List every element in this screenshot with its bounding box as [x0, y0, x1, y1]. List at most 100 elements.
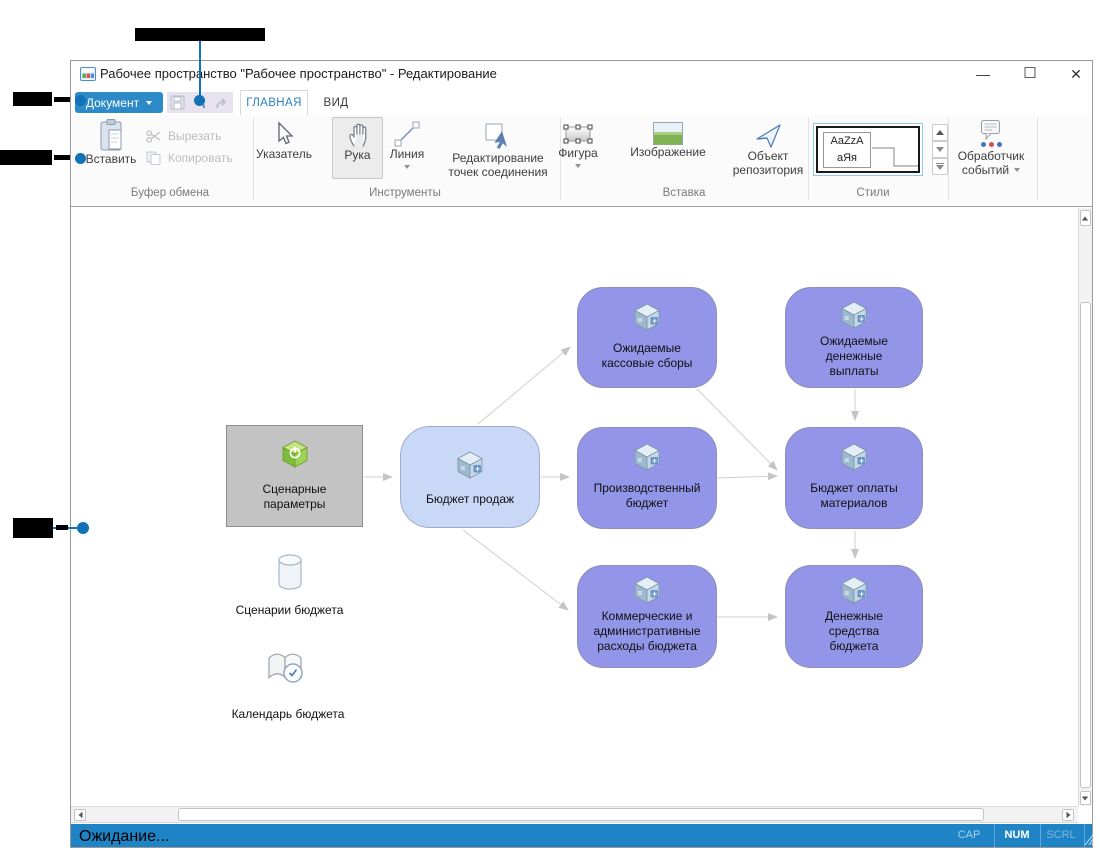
node-sales-budget[interactable]: = + Бюджет продаж	[400, 426, 540, 528]
style-gallery-selected: AaZzA аЯя	[816, 126, 920, 173]
edit-connection-points-button[interactable]: Редактирование точек соединения	[443, 121, 553, 179]
blue-cube-icon: = +	[841, 301, 867, 329]
save-icon[interactable]	[170, 95, 185, 110]
cylinder-icon[interactable]	[277, 553, 303, 593]
triangle-down-icon	[1081, 796, 1089, 800]
paste-button[interactable]: Вставить	[82, 119, 140, 166]
gallery-more-button[interactable]	[932, 158, 948, 175]
node-production-budget[interactable]: = + Производственный бюджет	[577, 427, 717, 529]
node-label: Бюджет оплаты материалов	[810, 481, 898, 510]
pointer-tool-button[interactable]: Указатель	[255, 121, 313, 161]
style-preview-line-2: аЯя	[836, 152, 858, 164]
redo-icon[interactable]	[214, 96, 230, 110]
image-button[interactable]: Изображение	[623, 122, 713, 159]
scroll-right-button[interactable]	[1062, 808, 1074, 821]
svg-text:+: +	[652, 316, 657, 325]
style-preview-line-1: AaZzA	[830, 135, 864, 147]
gallery-scroll-down-button[interactable]	[932, 141, 948, 158]
maximize-button[interactable]: ☐	[1015, 64, 1045, 84]
callout-dot	[75, 95, 86, 106]
node-label: Ожидаемые денежные выплаты	[820, 334, 888, 378]
group-label-clipboard: Буфер обмена	[130, 187, 210, 199]
callout-dash	[54, 155, 70, 160]
close-button[interactable]: ✕	[1061, 64, 1091, 84]
chevron-down-icon	[404, 165, 410, 169]
svg-text:=: =	[638, 316, 643, 325]
scroll-left-button[interactable]	[74, 808, 86, 821]
gallery-more-bar	[936, 163, 944, 164]
paste-label: Вставить	[85, 152, 137, 166]
node-commercial-admin-expenses[interactable]: = + Коммерческие и административные расх…	[577, 565, 717, 668]
svg-text:+: +	[859, 589, 864, 598]
statusbar-separator	[994, 824, 995, 847]
tab-view[interactable]: ВИД	[314, 90, 358, 115]
svg-text:=: =	[461, 464, 466, 473]
repository-object-button[interactable]: Объект репозитория	[728, 121, 808, 177]
group-separator	[253, 118, 254, 200]
triangle-down-icon	[936, 165, 944, 170]
screen: Рабочее пространство "Рабочее пространст…	[0, 0, 1100, 850]
paste-icon	[100, 119, 122, 151]
node-label: Бюджет продаж	[425, 492, 515, 506]
blue-cube-icon: = +	[634, 576, 660, 604]
hand-tool-button[interactable]: Рука	[332, 117, 383, 179]
paper-plane-icon	[756, 124, 781, 148]
style-gallery[interactable]: AaZzA аЯя	[813, 123, 923, 176]
group-label-styles: Стили	[856, 187, 890, 199]
status-message: Ожидание...	[79, 828, 170, 845]
node-expected-cash-receipts[interactable]: = + Ожидаемые кассовые сборы	[577, 287, 717, 388]
blue-cube-icon: = +	[841, 576, 867, 604]
callout-dot	[194, 95, 205, 106]
svg-text:=: =	[638, 456, 643, 465]
node-label: Сценарные параметры	[262, 482, 327, 511]
node-expected-cash-payments[interactable]: = + Ожидаемые денежные выплаты	[785, 287, 923, 388]
group-label-tools: Инструменты	[369, 187, 441, 199]
callout-dash	[54, 97, 70, 102]
node-materials-payment-budget[interactable]: = + Бюджет оплаты материалов	[785, 427, 923, 529]
blue-cube-icon: = +	[457, 451, 483, 479]
gallery-scroll-up-button[interactable]	[932, 124, 948, 141]
scissors-icon	[146, 129, 161, 143]
tab-home-label: ГЛАВНАЯ	[246, 97, 302, 109]
line-icon	[394, 121, 420, 147]
triangle-right-icon	[1066, 811, 1070, 818]
node-budget-cash[interactable]: = + Денежные средства бюджета	[785, 565, 923, 668]
edit-connection-points-icon	[485, 123, 507, 149]
callout-box-canvas	[13, 518, 53, 538]
event-handler-label-2-text: событий	[961, 163, 1010, 177]
copy-button[interactable]: Копировать	[146, 151, 233, 165]
vertical-scroll-thumb[interactable]	[1079, 302, 1091, 788]
callout-box-document	[13, 92, 52, 106]
scroll-down-button[interactable]	[1079, 791, 1091, 805]
chevron-down-icon	[575, 164, 581, 168]
minimize-button[interactable]: —	[968, 64, 998, 84]
node-label: Коммерческие и административные расходы …	[593, 609, 701, 653]
scroll-up-button[interactable]	[1079, 210, 1091, 226]
group-separator	[1037, 118, 1038, 200]
book-calendar-icon[interactable]	[263, 648, 309, 688]
image-icon	[653, 122, 683, 145]
cut-button[interactable]: Вырезать	[146, 129, 221, 143]
label-budget-scenarios: Сценарии бюджета	[235, 603, 344, 617]
horizontal-scroll-thumb[interactable]	[178, 808, 984, 821]
hand-label: Рука	[344, 148, 371, 162]
svg-text:+: +	[652, 589, 657, 598]
node-scenario-parameters[interactable]: Сценарные параметры	[226, 425, 363, 527]
svg-text:+: +	[475, 464, 480, 473]
event-handler-button[interactable]: Обработчик событий	[950, 119, 1032, 177]
line-tool-button[interactable]: Линия	[384, 121, 430, 169]
svg-text:=: =	[845, 314, 850, 323]
blue-cube-icon: = +	[841, 443, 867, 471]
tab-home[interactable]: ГЛАВНАЯ	[240, 90, 308, 115]
pointer-icon	[278, 121, 294, 145]
resize-grip-icon[interactable]	[1084, 834, 1093, 846]
num-lock-indicator: NUM	[1004, 829, 1030, 841]
scroll-lock-indicator: SCRL	[1046, 829, 1076, 841]
node-label: Ожидаемые кассовые сборы	[601, 341, 693, 370]
shape-button[interactable]: Фигура	[553, 122, 603, 168]
event-handler-label-2: событий	[961, 163, 1021, 177]
image-label: Изображение	[630, 145, 706, 159]
callout-box-paste	[0, 150, 52, 165]
svg-text:+: +	[859, 456, 864, 465]
document-menu-button[interactable]: Документ	[75, 92, 163, 113]
